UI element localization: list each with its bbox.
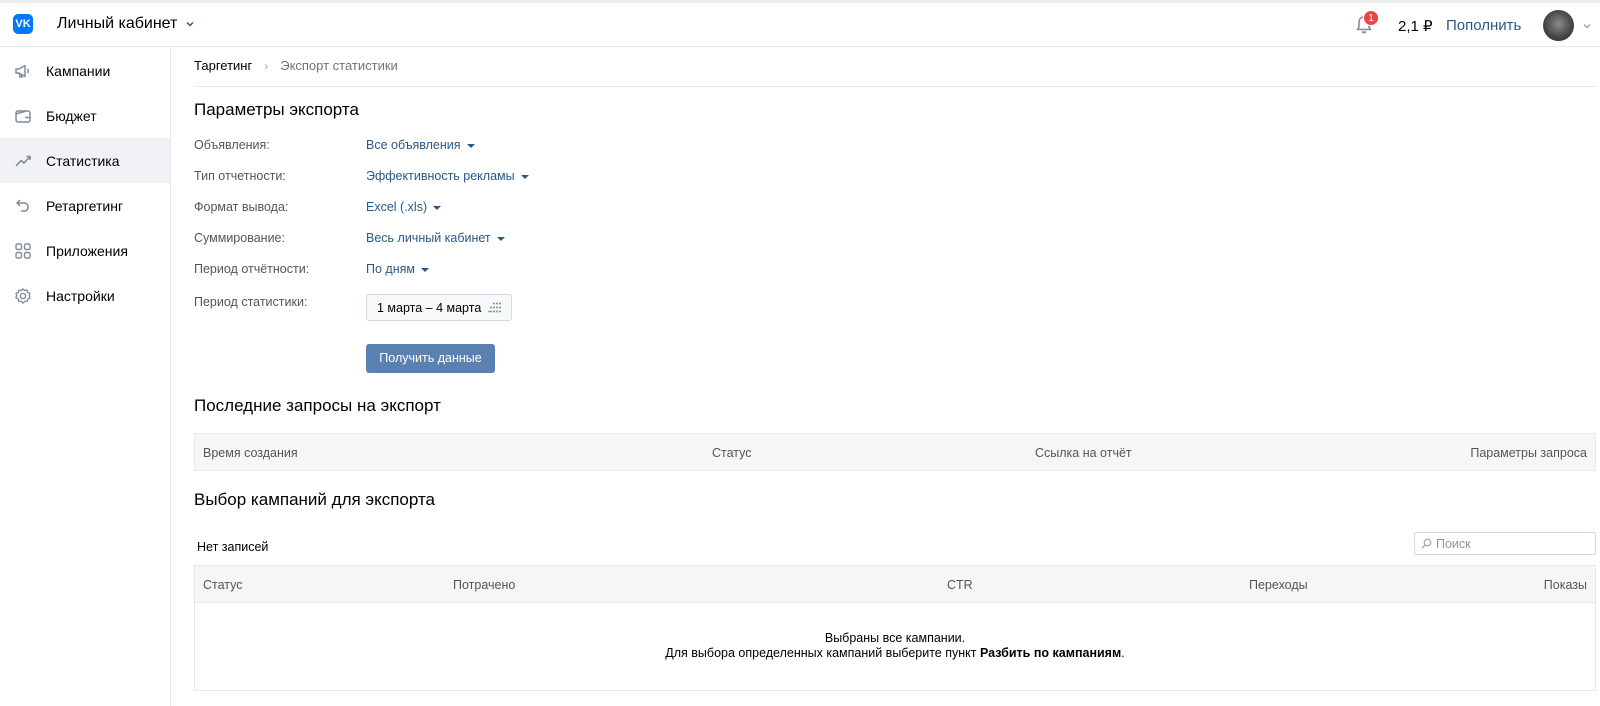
- sidebar-item-label: Кампании: [46, 62, 111, 79]
- sidebar-item-campaigns[interactable]: Кампании: [0, 48, 170, 93]
- megaphone-icon: [15, 64, 29, 78]
- header: VK Личный кабинет 1 2,1 ₽ Пополнить: [0, 3, 1600, 47]
- wallet-icon: [15, 109, 31, 123]
- sidebar-item-budget[interactable]: Бюджет: [0, 93, 170, 138]
- topup-link[interactable]: Пополнить: [1446, 17, 1521, 34]
- reporting-period-value: По дням: [366, 262, 415, 276]
- sidebar-item-label: Ретаргетинг: [46, 197, 124, 214]
- column-header-created-time[interactable]: Время создания: [203, 446, 298, 460]
- chevron-down-icon[interactable]: [1582, 22, 1592, 30]
- output-format-value: Excel (.xls): [366, 200, 428, 214]
- caret-down-icon: [420, 267, 429, 272]
- campaigns-empty-state: Выбраны все кампании. Для выбора определ…: [194, 603, 1596, 691]
- ads-dropdown[interactable]: Все объявления: [366, 138, 475, 152]
- stats-period-label: Период статистики:: [194, 295, 308, 309]
- reporting-period-label: Период отчётности:: [194, 262, 310, 276]
- sidebar-item-apps[interactable]: Приложения: [0, 228, 170, 273]
- date-range-picker[interactable]: 1 марта – 4 марта: [366, 294, 512, 321]
- caret-down-icon: [433, 205, 442, 210]
- column-header-report-link[interactable]: Ссылка на отчёт: [1035, 446, 1132, 460]
- campaigns-table-header: Статус Потрачено CTR Переходы Показы: [194, 565, 1596, 603]
- search-input[interactable]: Поиск: [1414, 532, 1596, 555]
- caret-down-icon: [466, 143, 475, 148]
- sidebar-item-label: Приложения: [46, 242, 128, 259]
- empty-state-line2: Для выбора определенных кампаний выберит…: [195, 646, 1595, 660]
- column-header-ctr[interactable]: CTR: [947, 578, 973, 592]
- sidebar-item-retargeting[interactable]: Ретаргетинг: [0, 183, 170, 228]
- gear-icon: [15, 287, 31, 304]
- notification-badge: 1: [1363, 10, 1379, 26]
- empty-state-prefix: Для выбора определенных кампаний выберит…: [665, 646, 977, 660]
- column-header-status[interactable]: Статус: [203, 578, 243, 592]
- apps-grid-icon: [15, 242, 31, 259]
- undo-arrow-icon: [16, 198, 29, 212]
- split-by-campaigns-text: Разбить по кампаниям: [979, 646, 1122, 660]
- search-icon: [1421, 538, 1432, 549]
- cabinet-label: Личный кабинет: [57, 15, 178, 32]
- get-data-button[interactable]: Получить данные: [366, 344, 495, 373]
- calendar-icon: [488, 302, 501, 313]
- breadcrumb-separator-icon: ›: [264, 58, 269, 73]
- report-type-value: Эффективность рекламы: [366, 169, 515, 183]
- date-range-value: 1 марта – 4 марта: [377, 300, 482, 315]
- empty-state-line1: Выбраны все кампании.: [824, 631, 966, 645]
- breadcrumb-root-link[interactable]: Таргетинг: [194, 58, 252, 73]
- summation-value: Весь личный кабинет: [366, 231, 491, 245]
- sidebar-item-statistics[interactable]: Статистика: [0, 138, 170, 183]
- vk-logo-icon[interactable]: VK: [13, 14, 33, 34]
- ads-value: Все объявления: [366, 138, 461, 152]
- sidebar-item-label: Бюджет: [46, 107, 97, 124]
- column-header-request-params[interactable]: Параметры запроса: [1470, 446, 1587, 460]
- summation-label: Суммирование:: [194, 231, 285, 245]
- caret-down-icon: [496, 236, 505, 241]
- sidebar: Кампании Бюджет Статистика Ретаргетинг П…: [0, 48, 171, 706]
- ads-label: Объявления:: [194, 138, 270, 152]
- balance-value: 2,1 ₽: [1398, 18, 1433, 35]
- breadcrumb: Таргетинг › Экспорт статистики: [194, 58, 398, 73]
- output-format-dropdown[interactable]: Excel (.xls): [366, 200, 442, 214]
- sidebar-item-label: Настройки: [46, 287, 115, 304]
- empty-state-suffix: .: [1121, 646, 1125, 660]
- column-header-impressions[interactable]: Показы: [1544, 578, 1587, 592]
- column-header-spent[interactable]: Потрачено: [453, 578, 515, 592]
- recent-requests-title: Последние запросы на экспорт: [194, 396, 441, 415]
- report-type-label: Тип отчетности:: [194, 169, 286, 183]
- no-records-text: Нет записей: [197, 540, 269, 554]
- reporting-period-dropdown[interactable]: По дням: [366, 262, 429, 276]
- avatar[interactable]: [1543, 10, 1574, 41]
- sidebar-item-settings[interactable]: Настройки: [0, 273, 170, 318]
- column-header-clicks[interactable]: Переходы: [1249, 578, 1308, 592]
- chevron-down-icon: [186, 21, 194, 27]
- summation-dropdown[interactable]: Весь личный кабинет: [366, 231, 505, 245]
- report-type-dropdown[interactable]: Эффективность рекламы: [366, 169, 529, 183]
- cabinet-switcher[interactable]: Личный кабинет: [57, 15, 195, 33]
- output-format-label: Формат вывода:: [194, 200, 289, 214]
- sidebar-item-label: Статистика: [46, 152, 120, 169]
- campaigns-title: Выбор кампаний для экспорта: [194, 490, 436, 509]
- recent-requests-table-header: Время создания Статус Ссылка на отчёт Па…: [194, 433, 1596, 471]
- search-placeholder: Поиск: [1436, 536, 1471, 551]
- chart-icon: [15, 155, 31, 167]
- breadcrumb-current: Экспорт статистики: [280, 58, 398, 73]
- divider: [194, 86, 1596, 87]
- caret-down-icon: [520, 174, 529, 179]
- column-header-status[interactable]: Статус: [712, 446, 752, 460]
- export-params-title: Параметры экспорта: [194, 100, 359, 119]
